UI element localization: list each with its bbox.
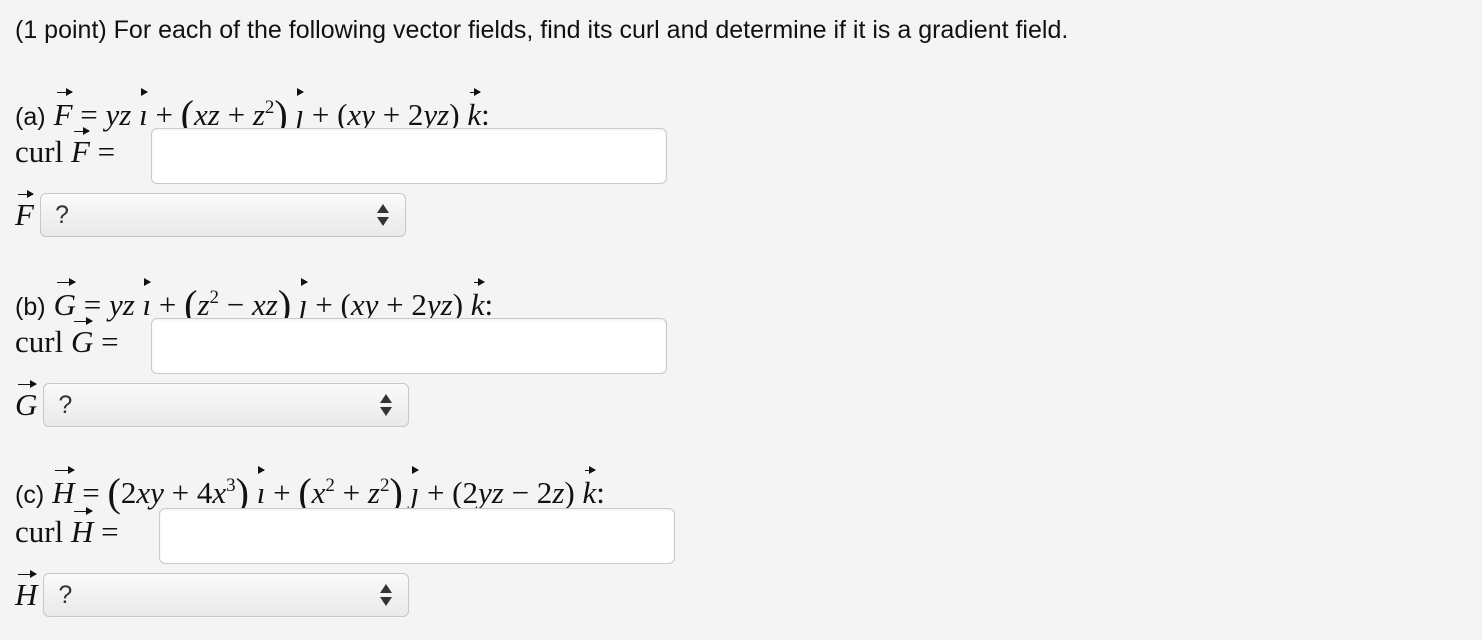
part-a-gradient-row: F ?: [15, 190, 406, 237]
curl-h-input[interactable]: [159, 508, 675, 564]
curl-g-input[interactable]: [151, 318, 667, 374]
select-arrows-icon: [380, 584, 393, 606]
part-b-curl-label: curl G =: [15, 317, 119, 359]
part-c-curl-label: curl H =: [15, 507, 119, 549]
part-c-label: (c): [15, 481, 45, 509]
gradient-f-select[interactable]: ?: [39, 193, 406, 237]
part-b-label: (b): [15, 293, 46, 321]
problem-intro: (1 point) For each of the following vect…: [15, 16, 1069, 44]
part-c-gradient-row: H ?: [15, 570, 410, 617]
select-arrows-icon: [380, 394, 393, 416]
part-c-formula: H = (2xy + 4x3) ı + (x2 + z2) ȷ + (2yz −…: [52, 466, 605, 515]
gradient-g-select[interactable]: ?: [43, 383, 410, 427]
select-arrows-icon: [376, 204, 389, 226]
curl-f-input[interactable]: [151, 128, 667, 184]
part-a-curl-label: curl F =: [15, 127, 116, 169]
part-b-gradient-row: G ?: [15, 380, 410, 427]
gradient-h-select[interactable]: ?: [43, 573, 410, 617]
part-a-label: (a): [15, 103, 46, 131]
